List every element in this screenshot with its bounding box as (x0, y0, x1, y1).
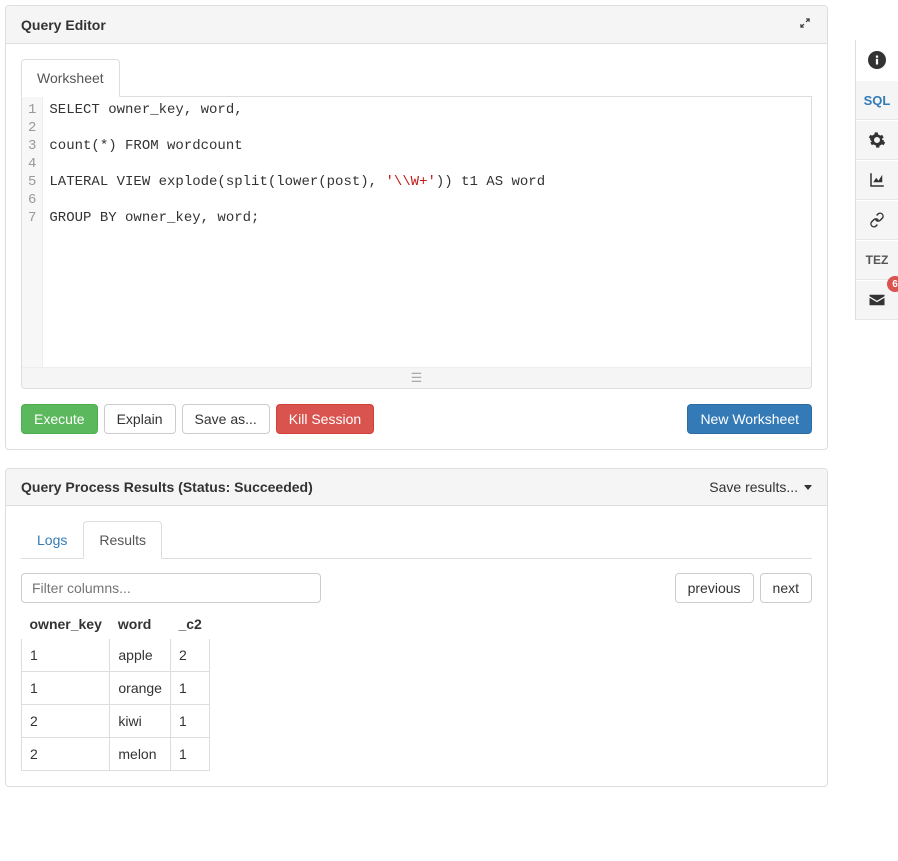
kill-session-button[interactable]: Kill Session (276, 404, 374, 434)
query-editor-title: Query Editor (21, 17, 106, 33)
filter-columns-input[interactable] (21, 573, 321, 603)
table-row: 1 orange 1 (22, 672, 210, 705)
right-rail: SQL TEZ 6 (855, 40, 898, 320)
next-button[interactable]: next (760, 573, 812, 603)
worksheet-tabs: Worksheet (21, 59, 812, 97)
query-editor-heading: Query Editor (6, 6, 827, 44)
chart-icon[interactable] (856, 160, 898, 200)
caret-down-icon (804, 485, 812, 490)
tez-tab[interactable]: TEZ (856, 240, 898, 280)
new-worksheet-button[interactable]: New Worksheet (687, 404, 812, 434)
tab-logs[interactable]: Logs (21, 521, 83, 559)
results-table: owner_key word _c2 1 apple 2 1 orange 1 (21, 611, 210, 771)
code-editor[interactable]: 1 2 3 4 5 6 7 SELECT owner_key, word, co… (21, 97, 812, 389)
col-owner-key[interactable]: owner_key (22, 611, 110, 638)
resize-grip-icon[interactable]: ☰ (22, 367, 811, 388)
tab-results[interactable]: Results (83, 521, 162, 559)
query-editor-panel: Query Editor Worksheet 1 2 3 4 5 6 (5, 5, 828, 450)
link-icon[interactable] (856, 200, 898, 240)
save-as-button[interactable]: Save as... (182, 404, 270, 434)
worksheet-tab[interactable]: Worksheet (21, 59, 120, 97)
pager: previous next (675, 573, 812, 603)
table-row: 2 melon 1 (22, 738, 210, 771)
line-gutter: 1 2 3 4 5 6 7 (22, 97, 43, 367)
info-icon[interactable] (856, 40, 898, 80)
table-row: 1 apple 2 (22, 638, 210, 672)
previous-button[interactable]: previous (675, 573, 754, 603)
results-panel: Query Process Results (Status: Succeeded… (5, 468, 828, 787)
sql-tab[interactable]: SQL (856, 80, 898, 120)
execute-button[interactable]: Execute (21, 404, 98, 434)
results-heading: Query Process Results (Status: Succeeded… (6, 469, 827, 506)
table-row: 2 kiwi 1 (22, 705, 210, 738)
save-results-dropdown[interactable]: Save results... (709, 479, 812, 495)
expand-icon[interactable] (798, 16, 812, 33)
code-content[interactable]: SELECT owner_key, word, count(*) FROM wo… (43, 97, 811, 367)
explain-button[interactable]: Explain (104, 404, 176, 434)
col-c2[interactable]: _c2 (170, 611, 209, 638)
notification-badge: 6 (887, 276, 898, 292)
results-title: Query Process Results (Status: Succeeded… (21, 479, 313, 495)
results-tabs: Logs Results (21, 521, 812, 559)
gear-icon[interactable] (856, 120, 898, 160)
col-word[interactable]: word (110, 611, 171, 638)
envelope-icon[interactable]: 6 (856, 280, 898, 320)
